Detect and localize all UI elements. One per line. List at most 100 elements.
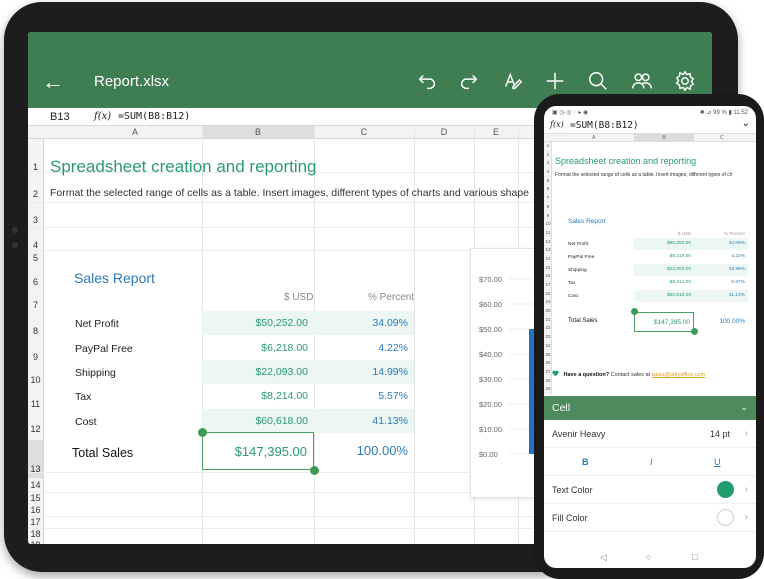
row-header[interactable]: 18	[28, 529, 43, 539]
row-label[interactable]: Tax	[75, 391, 91, 403]
row-header[interactable]: 15	[544, 265, 552, 270]
chevron-down-icon[interactable]: ⌄	[742, 118, 750, 129]
row-header[interactable]: 3	[544, 160, 552, 165]
usd-cell[interactable]: $6,218.00	[634, 251, 694, 263]
row-header[interactable]: 22	[544, 325, 552, 330]
share-users-icon[interactable]	[629, 68, 655, 94]
row-header[interactable]: 2	[28, 189, 43, 199]
usd-cell[interactable]: $22,093.00	[202, 360, 314, 384]
row-header[interactable]: 25	[544, 352, 552, 357]
row-header[interactable]: 14	[544, 256, 552, 261]
row-header[interactable]: 6	[28, 277, 43, 287]
selection-handle[interactable]	[310, 466, 319, 475]
usd-cell[interactable]: $8,214.00	[202, 384, 314, 408]
row-header[interactable]: 1	[544, 143, 552, 148]
settings-icon[interactable]	[672, 68, 698, 94]
sheet-description[interactable]: Format the selected range of cells as a …	[555, 172, 733, 178]
text-color-swatch[interactable]	[717, 481, 734, 498]
arrow-left-icon[interactable]: ←	[42, 70, 64, 94]
selection-handle[interactable]	[198, 428, 207, 437]
row-header[interactable]: 7	[544, 195, 552, 200]
selection-handle[interactable]	[691, 328, 698, 335]
font-name-row[interactable]: Avenir Heavy 14 pt ›	[544, 420, 756, 448]
row-header[interactable]: 18	[544, 291, 552, 296]
column-header-b[interactable]: B	[202, 126, 314, 138]
row-header[interactable]: 15	[28, 493, 43, 503]
row-header[interactable]: 4	[28, 240, 43, 250]
percent-cell[interactable]: 4.22%	[314, 336, 414, 360]
row-header[interactable]: 28	[544, 378, 552, 383]
row-label[interactable]: Net Profit	[568, 242, 588, 247]
nav-back-button[interactable]: ◁	[600, 552, 607, 563]
row-label[interactable]: Shipping	[568, 268, 587, 273]
phone-formula-bar[interactable]: f(x) =SUM(B8:B12) ⌄	[544, 118, 756, 134]
column-header-a[interactable]: A	[592, 135, 595, 141]
total-sales-percent-cell[interactable]: 100.00%	[694, 312, 748, 332]
insert-icon[interactable]	[542, 68, 568, 94]
row-header[interactable]: 16	[28, 505, 43, 515]
total-sales-label[interactable]: Total Sales	[72, 446, 133, 460]
underline-button[interactable]: U	[714, 457, 721, 467]
row-header[interactable]: 3	[28, 215, 43, 225]
column-header-e[interactable]: E	[474, 127, 518, 137]
text-color-row[interactable]: Text Color ›	[544, 476, 756, 504]
percent-cell[interactable]: 34.09%	[314, 311, 414, 335]
percent-cell[interactable]: 4.22%	[694, 251, 748, 263]
column-header-d[interactable]: D	[414, 127, 474, 137]
row-label[interactable]: PayPal Free	[75, 343, 133, 355]
row-header[interactable]: 17	[28, 517, 43, 527]
usd-column-header[interactable]: $ USD	[678, 231, 691, 236]
row-header[interactable]: 16	[544, 273, 552, 278]
percent-cell[interactable]: 5.57%	[694, 277, 748, 289]
total-sales-usd-cell[interactable]: $147,395.00	[202, 432, 314, 470]
row-label[interactable]: Cost	[75, 416, 97, 428]
column-header-b[interactable]: B	[634, 134, 694, 141]
row-label[interactable]: Cost	[568, 294, 578, 299]
row-header[interactable]: 5	[28, 253, 43, 263]
percent-column-header[interactable]: % Percent	[724, 231, 745, 236]
percent-cell[interactable]: 14.99%	[314, 360, 414, 384]
percent-cell[interactable]: 5.57%	[314, 384, 414, 408]
usd-cell[interactable]: $60,618.00	[202, 409, 314, 433]
italic-button[interactable]: I	[650, 457, 653, 467]
usd-cell[interactable]: $50,252.00	[202, 311, 314, 335]
column-header-c[interactable]: C	[314, 127, 414, 137]
row-header[interactable]: 12	[544, 239, 552, 244]
sheet-description[interactable]: Format the selected range of cells as a …	[50, 187, 529, 199]
nav-recent-button[interactable]: □	[692, 552, 697, 562]
row-header[interactable]: 8	[544, 204, 552, 209]
row-header[interactable]: 11	[28, 399, 43, 409]
percent-cell[interactable]: 14.99%	[694, 264, 748, 276]
column-header-c[interactable]: C	[720, 135, 724, 141]
percent-cell[interactable]: 41.13%	[694, 290, 748, 302]
search-icon[interactable]	[585, 68, 611, 94]
chevron-down-icon[interactable]: ⌄	[740, 402, 748, 413]
row-header[interactable]: 8	[28, 326, 43, 336]
percent-cell[interactable]: 41.13%	[314, 409, 414, 433]
sheet-heading[interactable]: Spreadsheet creation and reporting	[555, 156, 696, 166]
usd-cell[interactable]: $22,093.00	[634, 264, 694, 276]
row-header[interactable]: 9	[28, 352, 43, 362]
row-header[interactable]: 11	[544, 230, 552, 235]
row-header[interactable]: 10	[544, 221, 552, 226]
cell-panel-header[interactable]: Cell ⌄	[544, 396, 756, 420]
row-header[interactable]: 2	[544, 152, 552, 157]
function-icon[interactable]: f(x)	[550, 120, 564, 129]
row-header[interactable]: 27	[544, 369, 552, 374]
formula-input[interactable]: =SUM(B8:B12)	[570, 120, 639, 131]
row-header[interactable]: 4	[544, 169, 552, 174]
row-label[interactable]: Shipping	[75, 367, 116, 379]
row-header[interactable]: 26	[544, 360, 552, 365]
text-format-icon[interactable]	[500, 68, 526, 94]
column-header-a[interactable]: A	[44, 127, 226, 137]
row-label[interactable]: Tax	[568, 281, 575, 286]
total-sales-percent-cell[interactable]: 100.00%	[314, 432, 414, 470]
row-header[interactable]: 21	[544, 317, 552, 322]
row-header[interactable]: 6	[544, 186, 552, 191]
redo-icon[interactable]	[456, 68, 482, 94]
percent-cell[interactable]: 34.09%	[694, 238, 748, 250]
sales-email-link[interactable]: sales@onlyoffice.com	[652, 372, 705, 378]
cell-reference[interactable]: B13	[50, 111, 70, 123]
row-header[interactable]: 19	[28, 540, 43, 544]
selection-handle[interactable]	[631, 308, 638, 315]
